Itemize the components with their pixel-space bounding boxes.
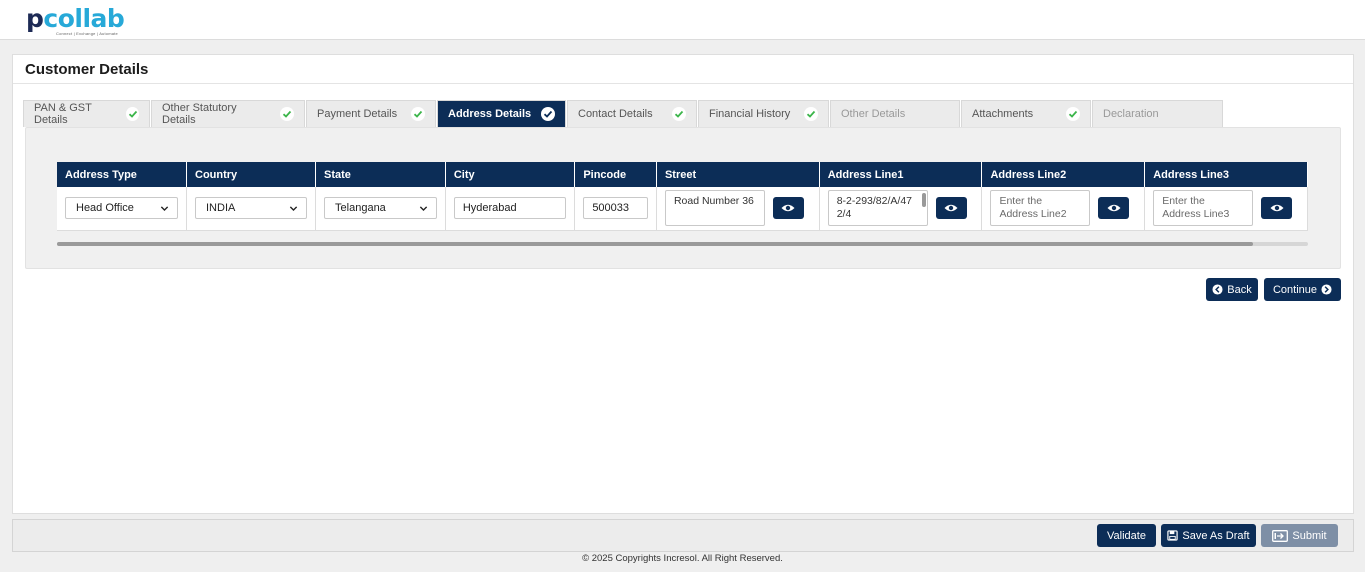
chevron-down-icon	[289, 206, 298, 211]
check-icon	[672, 107, 686, 121]
tab-payment[interactable]: Payment Details	[306, 100, 436, 127]
tab-label: Other Statutory Details	[162, 102, 237, 126]
view-address-line2-button[interactable]	[1098, 197, 1130, 220]
logo-p: p	[26, 4, 44, 33]
tab-address[interactable]: Address Details	[437, 100, 566, 127]
header-state: State	[315, 162, 446, 187]
check-icon	[804, 107, 818, 121]
header-pincode: Pincode	[574, 162, 657, 187]
tab-financial-history[interactable]: Financial History	[698, 100, 829, 127]
continue-button[interactable]: Continue	[1264, 278, 1341, 301]
arrow-right-circle-icon	[1321, 284, 1332, 295]
eye-icon	[944, 205, 958, 212]
check-icon	[411, 107, 425, 121]
eye-icon	[1270, 205, 1284, 212]
state-select[interactable]: Telangana	[324, 197, 437, 220]
tab-label: Attachments	[972, 108, 1034, 120]
header-address-line1: Address Line1	[819, 162, 983, 187]
app-logo[interactable]: pcollab Connect | Exchange | Automate	[26, 4, 136, 37]
submit-form-icon	[1272, 529, 1289, 542]
tab-contact[interactable]: Contact Details	[567, 100, 697, 127]
tab-label: Address Details	[448, 108, 532, 120]
table-horizontal-scrollbar[interactable]	[57, 242, 1308, 246]
chevron-down-icon	[160, 206, 169, 211]
title-divider	[13, 83, 1353, 84]
validate-button[interactable]: Validate	[1097, 524, 1156, 547]
eye-icon	[1107, 205, 1121, 212]
tab-label: Other Details	[841, 108, 906, 120]
view-address-line1-button[interactable]	[935, 197, 967, 220]
table-row: Head Office INDIA Telangana Hyderabad 50…	[57, 187, 1308, 231]
eye-icon	[781, 205, 795, 212]
check-icon	[280, 107, 294, 121]
table-header-row: Address Type Country State City Pincode …	[57, 162, 1308, 187]
tab-label: Payment Details	[317, 108, 398, 120]
header-address-line2: Address Line2	[981, 162, 1146, 187]
street-textarea[interactable]: Road Number 36	[664, 190, 765, 227]
header-city: City	[445, 162, 576, 187]
tab-declaration[interactable]: Declaration	[1092, 100, 1223, 127]
check-icon	[541, 107, 555, 121]
address-details-panel: Address Type Country State City Pincode …	[25, 127, 1341, 269]
pincode-input[interactable]: 500033	[583, 197, 648, 220]
tab-label: PAN & GST Details	[34, 102, 92, 126]
action-bar: Validate Save As Draft Submit	[12, 519, 1354, 552]
tab-label: Contact Details	[578, 108, 653, 120]
tab-label: Declaration	[1103, 108, 1159, 120]
scrollbar-thumb[interactable]	[57, 242, 1253, 246]
tab-other-details[interactable]: Other Details	[830, 100, 960, 127]
arrow-left-circle-icon	[1212, 284, 1223, 295]
textarea-scrollbar[interactable]	[921, 193, 926, 208]
chevron-down-icon	[419, 206, 427, 211]
view-street-button[interactable]	[772, 197, 804, 220]
floppy-disk-icon	[1167, 530, 1179, 541]
check-icon	[126, 107, 139, 121]
tab-attachments[interactable]: Attachments	[961, 100, 1091, 127]
header-address-line3: Address Line3	[1144, 162, 1308, 187]
header-address-type: Address Type	[57, 162, 187, 187]
tab-label: Financial History	[709, 108, 791, 120]
country-select[interactable]: INDIA	[195, 197, 308, 220]
logo-tagline: Connect | Exchange | Automate	[56, 31, 118, 36]
tab-other-statutory[interactable]: Other Statutory Details	[151, 100, 305, 127]
address-table: Address Type Country State City Pincode …	[57, 162, 1308, 231]
top-bar: pcollab Connect | Exchange | Automate	[0, 0, 1365, 40]
page-title: Customer Details	[25, 61, 149, 78]
save-as-draft-button[interactable]: Save As Draft	[1161, 524, 1256, 547]
address-type-select[interactable]: Head Office	[65, 197, 178, 220]
address-line1-textarea[interactable]: 8-2-293/82/A/472/4	[827, 190, 928, 227]
tab-pan-gst[interactable]: PAN & GST Details	[23, 100, 150, 127]
logo-text: collab	[43, 4, 125, 33]
city-input[interactable]: Hyderabad	[453, 197, 567, 220]
customer-details-card: Customer Details PAN & GST Details Other…	[12, 54, 1354, 514]
check-icon	[1066, 107, 1080, 121]
back-button[interactable]: Back	[1206, 278, 1258, 301]
view-address-line3-button[interactable]	[1261, 197, 1293, 220]
header-street: Street	[656, 162, 820, 187]
address-line3-textarea[interactable]: Enter the Address Line3	[1153, 190, 1254, 227]
tab-bar: PAN & GST Details Other Statutory Detail…	[23, 100, 1224, 127]
header-country: Country	[186, 162, 317, 187]
copyright-text: © 2025 Copyrights Incresol. All Right Re…	[582, 553, 783, 564]
address-line2-textarea[interactable]: Enter the Address Line2	[990, 190, 1091, 227]
address-table-scroll: Address Type Country State City Pincode …	[57, 162, 1308, 232]
submit-button[interactable]: Submit	[1261, 524, 1338, 547]
